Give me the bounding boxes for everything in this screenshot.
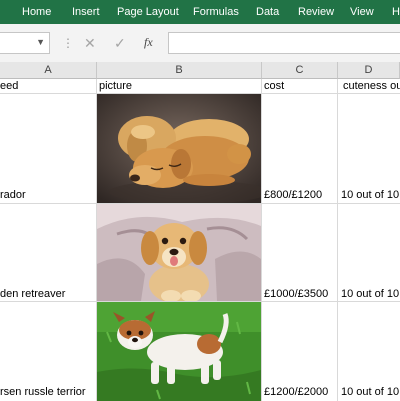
cell-breed-golden-retriever[interactable]: den retreaver [0, 288, 65, 301]
column-header-c[interactable]: C [262, 62, 338, 79]
tab-formulas[interactable]: Formulas [193, 0, 239, 24]
tab-page-layout[interactable]: Page Layout [117, 0, 179, 24]
tab-data[interactable]: Data [256, 0, 279, 24]
tab-insert[interactable]: Insert [72, 0, 100, 24]
name-box[interactable]: ▼ [0, 32, 50, 54]
cell-breed-labrador[interactable]: rador [0, 189, 26, 202]
column-header-b[interactable]: B [97, 62, 262, 79]
cell-cost-labrador[interactable]: £800/£1200 [264, 189, 322, 202]
header-cuteness[interactable]: cuteness ou [343, 80, 400, 93]
tab-review[interactable]: Review [298, 0, 334, 24]
header-cost[interactable]: cost [264, 80, 284, 93]
column-header-a[interactable]: A [0, 62, 97, 79]
cell-cuteness-golden-retriever[interactable]: 10 out of 10 [341, 288, 399, 301]
enter-icon[interactable]: ✓ [114, 34, 126, 52]
gridline [337, 79, 338, 401]
gridline [261, 79, 262, 401]
cell-cuteness-labrador[interactable]: 10 out of 10 [341, 189, 399, 202]
insert-function-button[interactable]: fx [144, 35, 153, 50]
cancel-icon[interactable]: ✕ [84, 34, 96, 52]
cell-cost-golden-retriever[interactable]: £1000/£3500 [264, 288, 328, 301]
formula-bar-grip-icon: ⋮ [62, 36, 74, 50]
chevron-down-icon[interactable]: ▼ [36, 37, 45, 47]
ribbon-tab-bar: Home Insert Page Layout Formulas Data Re… [0, 0, 400, 24]
labrador-puppies-picture[interactable] [97, 94, 261, 203]
jack-russell-terrier-picture[interactable] [97, 302, 261, 401]
cell-cost-jack-russell[interactable]: £1200/£2000 [264, 386, 328, 399]
header-picture[interactable]: picture [99, 80, 132, 93]
column-header-d[interactable]: D [338, 62, 400, 79]
header-breed[interactable]: eed [0, 80, 18, 93]
spreadsheet-grid: eed picture cost cuteness ou rador £800/… [0, 79, 400, 401]
tab-home[interactable]: Home [22, 0, 51, 24]
cell-cuteness-jack-russell[interactable]: 10 out of 10 [341, 386, 399, 399]
cell-breed-jack-russell[interactable]: rsen russle terrior [0, 386, 86, 399]
golden-retriever-picture[interactable] [97, 204, 261, 301]
tab-view[interactable]: View [350, 0, 374, 24]
formula-bar-area: ▼ ⋮ ✕ ✓ fx [0, 24, 400, 63]
formula-input[interactable] [168, 32, 400, 54]
tab-help[interactable]: H [392, 0, 400, 24]
